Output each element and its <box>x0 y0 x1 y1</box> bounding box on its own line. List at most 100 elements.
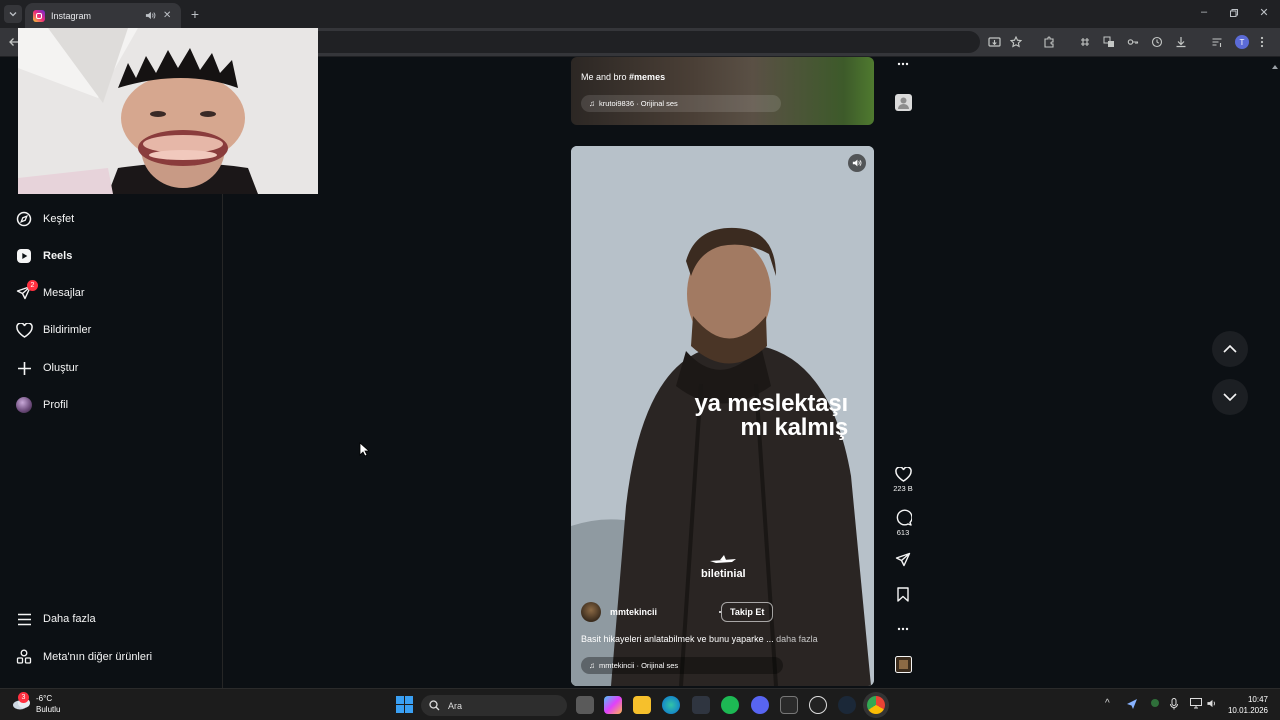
previous-reel-caption: Me and bro #memes <box>581 72 665 82</box>
install-app-icon[interactable] <box>988 36 1002 50</box>
nav-meta-products[interactable]: Meta'nın diğer ürünleri <box>15 645 152 669</box>
file-explorer-icon[interactable] <box>633 696 651 714</box>
edge-icon[interactable] <box>662 696 680 714</box>
weather-widget[interactable]: 3 -6°C Bulutlu <box>12 692 61 715</box>
comment-count: 613 <box>896 528 910 537</box>
nav-label-notifications: Bildirimler <box>43 324 92 336</box>
history-icon[interactable] <box>1151 36 1165 50</box>
media-controls-icon[interactable] <box>1211 36 1225 50</box>
like-count: 223 B <box>893 484 913 493</box>
tab-audio-icon[interactable] <box>145 10 157 21</box>
epic-games-icon[interactable] <box>780 696 798 714</box>
page-scrollbar[interactable] <box>1270 57 1280 688</box>
heart-icon <box>894 467 912 482</box>
reel-author[interactable]: mmtekincii <box>581 602 657 622</box>
tab-search-button[interactable] <box>4 5 22 23</box>
nav-notifications[interactable]: Bildirimler <box>15 318 91 342</box>
audio-cover-thumbnail <box>894 656 912 673</box>
nav-more[interactable]: Daha fazla <box>15 607 96 631</box>
previous-reel-audio[interactable]: ♫ krutoi9836 · Orijinal ses <box>581 95 781 112</box>
reel-audio[interactable]: ♫ mmtekincii · Orijinal ses <box>581 657 783 674</box>
new-tab-button[interactable]: + <box>188 6 202 22</box>
bookmark-star-icon[interactable] <box>1010 36 1024 50</box>
reel-audio-cover[interactable] <box>892 656 914 673</box>
nav-explore[interactable]: Keşfet <box>15 207 74 231</box>
volume-icon[interactable] <box>1206 698 1218 709</box>
task-view-icon[interactable] <box>576 696 594 714</box>
plus-icon <box>15 359 33 377</box>
music-note-icon: ♫ <box>589 661 595 670</box>
steam-icon[interactable] <box>838 696 856 714</box>
microphone-icon[interactable] <box>1170 698 1178 710</box>
reel-caption: Basit hikayeleri anlatabilmek ve bunu ya… <box>581 634 818 644</box>
profile-avatar[interactable]: T <box>1235 35 1249 49</box>
author-username[interactable]: mmtekincii <box>610 607 657 617</box>
previous-reel-audio-cover[interactable] <box>892 94 914 111</box>
network-icon[interactable] <box>1190 698 1202 709</box>
previous-reel-button[interactable] <box>1212 331 1248 367</box>
previous-reel-audio-label: krutoi9836 · Orijinal ses <box>599 99 678 108</box>
comment-action[interactable]: 613 <box>892 509 914 537</box>
start-button[interactable] <box>396 696 414 714</box>
author-avatar[interactable] <box>581 602 601 622</box>
discord-icon[interactable] <box>751 696 769 714</box>
nav-create[interactable]: Oluştur <box>15 356 78 380</box>
kebab-menu-icon[interactable] <box>1260 36 1274 50</box>
taskbar-search[interactable]: Ara <box>421 695 567 716</box>
spotify-icon[interactable] <box>721 696 739 714</box>
share-icon <box>895 552 911 567</box>
store-icon[interactable] <box>692 696 710 714</box>
instagram-favicon-icon <box>33 9 45 22</box>
brand-name: biletinial <box>701 568 746 580</box>
chevron-down-icon <box>9 12 17 17</box>
previous-reel-options[interactable] <box>892 62 914 66</box>
like-action[interactable]: 223 B <box>892 467 914 493</box>
downloads-icon[interactable] <box>1175 36 1189 50</box>
windows-taskbar: 3 -6°C Bulutlu Ara ^ 10:47 10.01.2026 <box>0 688 1280 720</box>
window-close-icon[interactable]: ✕ <box>1256 6 1272 19</box>
nav-messages[interactable]: 2 Mesajlar <box>15 280 85 305</box>
plane-logo-icon <box>710 555 737 563</box>
nav-label-profile: Profil <box>43 399 69 411</box>
mouse-cursor-icon <box>359 442 369 457</box>
tab-close-icon[interactable]: ✕ <box>163 10 175 21</box>
nav-reels[interactable]: Reels <box>15 244 72 268</box>
obs-icon[interactable] <box>809 696 827 714</box>
grid-icon <box>15 648 33 666</box>
weather-temp: -6°C <box>36 694 53 703</box>
reel-audio-label: mmtekincii · Orijinal ses <box>599 661 679 670</box>
previous-reel[interactable]: Me and bro #memes ♫ krutoi9836 · Orijina… <box>571 57 874 125</box>
reel-more-options[interactable] <box>892 627 914 631</box>
share-action[interactable] <box>892 552 914 568</box>
extensions-icon[interactable] <box>1043 36 1057 50</box>
browser-tab[interactable]: Instagram ✕ <box>25 3 181 28</box>
restore-icon[interactable] <box>1226 6 1242 18</box>
ad-block-icon[interactable] <box>1079 36 1093 50</box>
next-reel-button[interactable] <box>1212 379 1248 415</box>
tray-app-icon[interactable] <box>1126 698 1138 710</box>
copilot-icon[interactable] <box>604 696 622 714</box>
save-action[interactable] <box>892 587 914 602</box>
tray-status-icon[interactable] <box>1150 698 1160 708</box>
nav-label-more: Daha fazla <box>43 613 96 625</box>
more-link[interactable]: daha fazla <box>776 634 818 644</box>
weather-desc: Bulutlu <box>36 705 61 714</box>
nav-label-meta-products: Meta'nın diğer ürünleri <box>43 651 153 663</box>
webcam-face-image <box>18 28 318 194</box>
previous-reel-hashtag[interactable]: #memes <box>629 72 665 82</box>
password-key-icon[interactable] <box>1127 36 1141 50</box>
avatar <box>16 397 32 413</box>
chrome-icon[interactable] <box>867 696 885 714</box>
translate-icon[interactable] <box>1103 36 1117 50</box>
compass-icon <box>15 210 33 228</box>
follow-button[interactable]: Takip Et <box>721 602 774 622</box>
taskbar-clock[interactable]: 10:47 10.01.2026 <box>1228 694 1268 716</box>
messages-icon: 2 <box>15 280 38 302</box>
minimize-icon[interactable]: – <box>1196 6 1212 18</box>
nav-profile[interactable]: Profil <box>15 393 68 417</box>
volume-button[interactable] <box>848 154 866 172</box>
chevron-up-icon <box>1223 345 1237 353</box>
previous-reel-caption-text: Me and bro <box>581 72 627 82</box>
tray-chevron-up-icon[interactable]: ^ <box>1105 698 1110 709</box>
current-reel[interactable]: ya meslektaşı mı kalmış biletinial mmtek… <box>571 146 874 686</box>
